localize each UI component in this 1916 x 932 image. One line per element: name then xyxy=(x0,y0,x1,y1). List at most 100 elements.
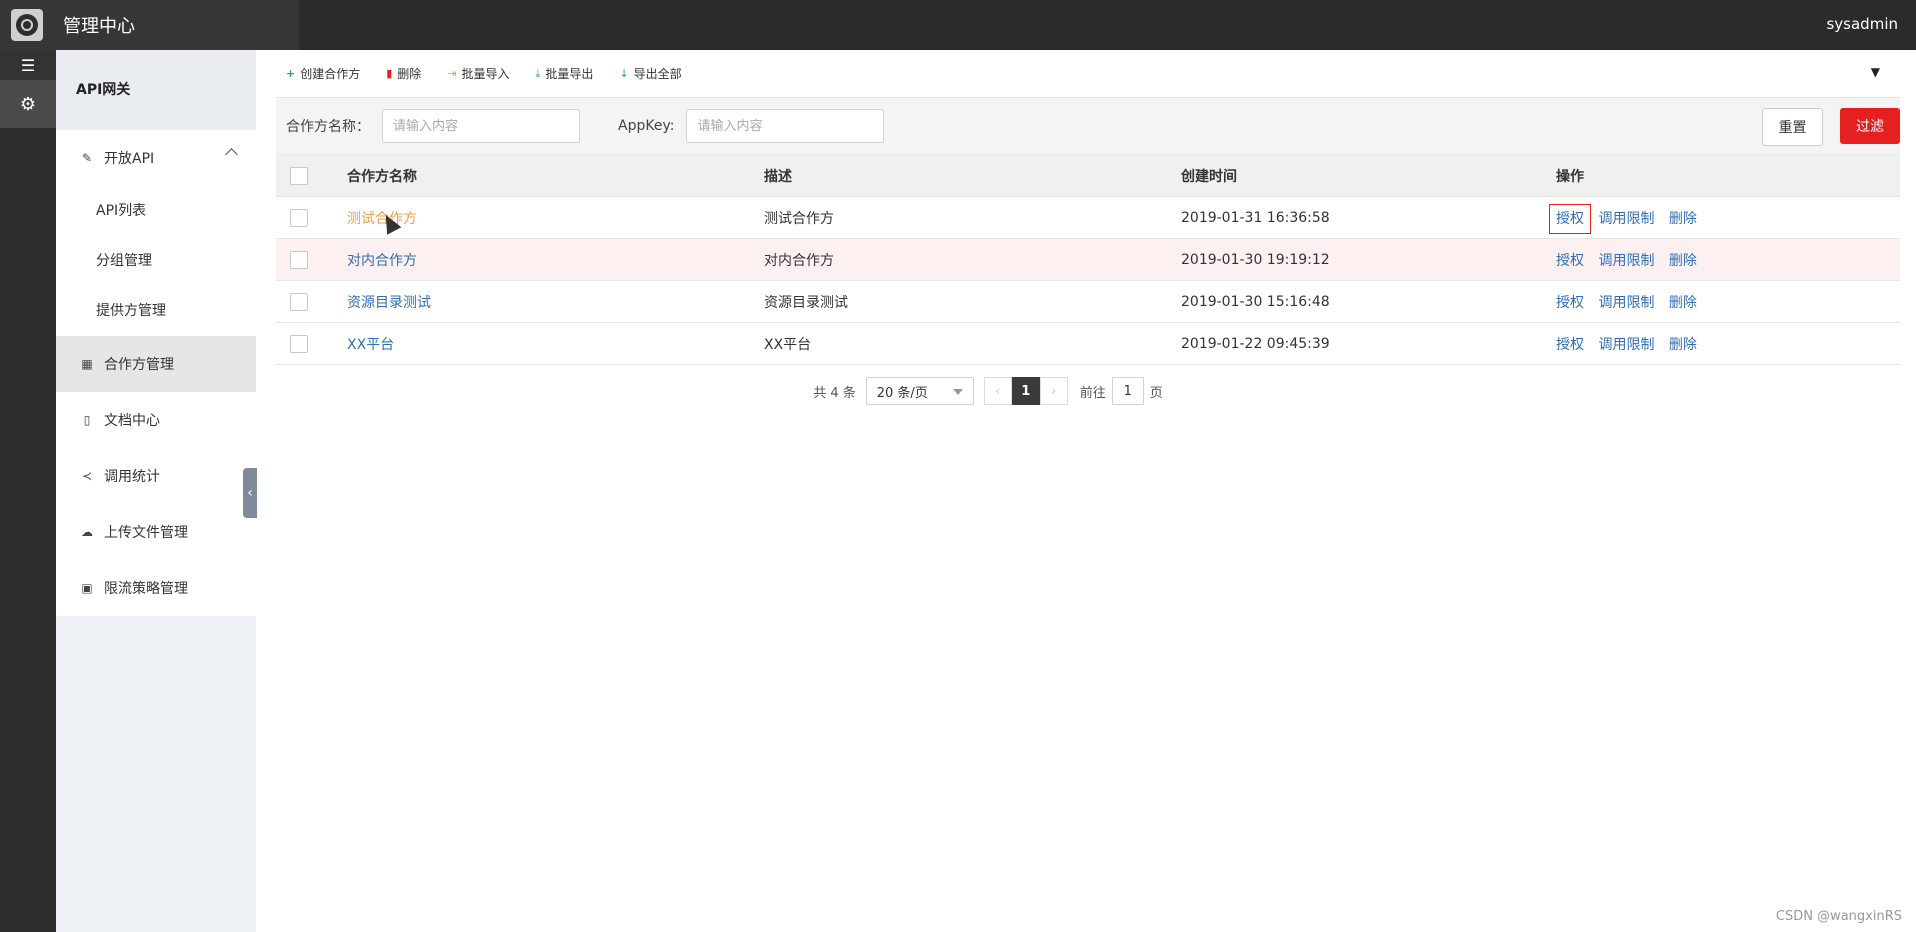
page-size-value: 20 条/页 xyxy=(876,385,928,401)
row-checkbox[interactable] xyxy=(290,250,308,269)
next-page-button[interactable]: › xyxy=(1039,377,1068,405)
rate-limit-link[interactable]: 调用限制 xyxy=(1598,253,1654,269)
page-number-current[interactable]: 1 xyxy=(1011,377,1040,405)
sidebar-item-rate-limit-policy[interactable]: ▣ 限流策略管理 xyxy=(56,560,256,616)
partner-table: 合作方名称 描述 创建时间 操作 测试合作方 测试合作方 2019-01-31 … xyxy=(276,155,1900,365)
partner-name-label: 合作方名称： xyxy=(286,119,370,135)
chevron-right-icon: › xyxy=(1051,383,1057,399)
partner-name-link[interactable]: 对内合作方 xyxy=(347,253,417,269)
sidebar-item-group-management[interactable]: 分组管理 xyxy=(56,236,256,286)
partner-name-input[interactable] xyxy=(382,109,580,143)
calendar-icon: ▣ xyxy=(81,581,93,595)
table-header-row: 合作方名称 描述 创建时间 操作 xyxy=(276,155,1900,197)
sidebar-item-upload-management[interactable]: ☁ 上传文件管理 xyxy=(56,504,256,560)
sidebar-item-label: 文档中心 xyxy=(104,413,160,429)
partner-desc: 对内合作方 xyxy=(763,238,1180,281)
batch-import-label: 批量导入 xyxy=(461,67,510,81)
row-checkbox[interactable] xyxy=(290,292,308,311)
partner-name-link[interactable]: 资源目录测试 xyxy=(347,295,431,311)
table-row: 资源目录测试 资源目录测试 2019-01-30 15:16:48 授权 调用限… xyxy=(276,280,1900,323)
filter-icon[interactable]: ▼ xyxy=(1871,65,1880,79)
partner-desc: XX平台 xyxy=(763,322,1180,365)
partner-created: 2019-01-30 19:19:12 xyxy=(1180,238,1555,281)
appkey-input[interactable] xyxy=(686,109,885,143)
authorize-link[interactable]: 授权 xyxy=(1556,253,1584,269)
trash-icon: ▮ xyxy=(386,67,393,80)
prev-page-button[interactable]: ‹ xyxy=(983,377,1012,405)
menu-icon[interactable]: ☰ xyxy=(0,50,56,80)
create-partner-button[interactable]: + 创建合作方 xyxy=(286,65,360,82)
goto-page-input[interactable]: 1 xyxy=(1111,377,1144,405)
user-name[interactable]: sysadmin xyxy=(1826,15,1898,33)
sidebar-item-call-stats[interactable]: ≺ 调用统计 xyxy=(56,448,256,504)
sidebar-item-api-list[interactable]: API列表 xyxy=(56,186,256,236)
delete-link[interactable]: 删除 xyxy=(1669,295,1697,311)
document-icon: ▯ xyxy=(83,413,91,427)
page-size-select[interactable]: 20 条/页 xyxy=(865,377,974,405)
delete-button[interactable]: ▮ 删除 xyxy=(386,65,421,82)
top-header: 管理中心 sysadmin xyxy=(0,0,1916,50)
sidebar-item-provider-management[interactable]: 提供方管理 xyxy=(56,286,256,336)
main-content: + 创建合作方 ▮ 删除 ⇥ 批量导入 ⤓ 批量导出 ↓ 导出全部 ▼ 合作方名… xyxy=(276,50,1900,417)
toolbar: + 创建合作方 ▮ 删除 ⇥ 批量导入 ⤓ 批量导出 ↓ 导出全部 ▼ xyxy=(276,50,1900,98)
gear-icon[interactable]: ⚙ xyxy=(0,80,56,128)
row-checkbox[interactable] xyxy=(290,334,308,353)
delete-link[interactable]: 删除 xyxy=(1669,337,1697,353)
row-checkbox[interactable] xyxy=(290,208,308,227)
rate-limit-link[interactable]: 调用限制 xyxy=(1598,211,1654,227)
partner-created: 2019-01-30 15:16:48 xyxy=(1180,280,1555,323)
col-header-name[interactable]: 合作方名称 xyxy=(346,155,763,197)
pencil-icon: ✎ xyxy=(81,151,93,165)
batch-export-button[interactable]: ⤓ 批量导出 xyxy=(536,65,594,82)
arrow-down-icon: ↓ xyxy=(619,67,629,80)
authorize-link[interactable]: 授权 xyxy=(1556,295,1584,311)
sidebar-section-title: API网关 xyxy=(56,50,256,130)
sidebar-item-doc-center[interactable]: ▯ 文档中心 xyxy=(56,392,256,448)
delete-link[interactable]: 删除 xyxy=(1669,253,1697,269)
partner-created: 2019-01-22 09:45:39 xyxy=(1180,322,1555,365)
sidebar: API网关 ✎ 开放API API列表 分组管理 提供方管理 ▦ 合作方管理 ▯… xyxy=(56,50,256,932)
download-icon: ⤓ xyxy=(535,66,541,80)
select-all-checkbox[interactable] xyxy=(290,166,308,185)
partner-name-link[interactable]: XX平台 xyxy=(347,337,394,353)
delete-link[interactable]: 删除 xyxy=(1669,211,1697,227)
table-row: 测试合作方 测试合作方 2019-01-31 16:36:58 授权 调用限制 … xyxy=(276,196,1900,239)
sidebar-item-label: 开放API xyxy=(104,151,155,167)
delete-label: 删除 xyxy=(397,67,422,81)
partner-created: 2019-01-31 16:36:58 xyxy=(1180,196,1555,239)
share-icon: ≺ xyxy=(81,469,93,483)
import-icon: ⇥ xyxy=(447,67,457,80)
logo xyxy=(11,9,43,41)
grid-icon: ▦ xyxy=(81,357,93,371)
reset-button[interactable]: 重置 xyxy=(1762,108,1823,146)
rate-limit-link[interactable]: 调用限制 xyxy=(1598,337,1654,353)
table-row: XX平台 XX平台 2019-01-22 09:45:39 授权 调用限制 删除 xyxy=(276,322,1900,365)
icon-rail: ☰ ⚙ xyxy=(0,50,56,932)
authorize-link[interactable]: 授权 xyxy=(1556,337,1584,353)
sidebar-item-label: 合作方管理 xyxy=(104,357,174,373)
sidebar-item-open-api[interactable]: ✎ 开放API xyxy=(56,130,256,186)
plus-icon: + xyxy=(286,67,296,80)
batch-import-button[interactable]: ⇥ 批量导入 xyxy=(447,65,509,82)
export-all-button[interactable]: ↓ 导出全部 xyxy=(619,65,681,82)
appkey-label: AppKey: xyxy=(618,118,675,134)
rate-limit-link[interactable]: 调用限制 xyxy=(1598,295,1654,311)
sidebar-item-label: 调用统计 xyxy=(104,469,160,485)
sidebar-collapse-button[interactable]: ‹ xyxy=(243,468,257,518)
pagination: 共 4 条 20 条/页 ‹ 1 › 前往 1 页 xyxy=(276,365,1900,417)
sidebar-item-label: 限流策略管理 xyxy=(104,581,188,597)
watermark: CSDN @wangxinRS xyxy=(1775,909,1902,924)
sidebar-item-label: 上传文件管理 xyxy=(104,525,188,541)
brand: 管理中心 xyxy=(0,0,299,50)
goto-suffix: 页 xyxy=(1149,385,1163,401)
sidebar-item-partner-management[interactable]: ▦ 合作方管理 xyxy=(56,336,256,392)
app-title: 管理中心 xyxy=(63,16,135,37)
filter-button[interactable]: 过滤 xyxy=(1840,108,1900,144)
pagination-total: 共 4 条 xyxy=(813,385,856,401)
col-header-created: 创建时间 xyxy=(1180,155,1555,197)
chevron-up-icon[interactable] xyxy=(225,148,238,161)
authorize-link[interactable]: 授权 xyxy=(1549,203,1591,234)
partner-desc: 测试合作方 xyxy=(763,196,1180,239)
chevron-left-icon: ‹ xyxy=(247,485,253,501)
export-all-label: 导出全部 xyxy=(633,67,682,81)
